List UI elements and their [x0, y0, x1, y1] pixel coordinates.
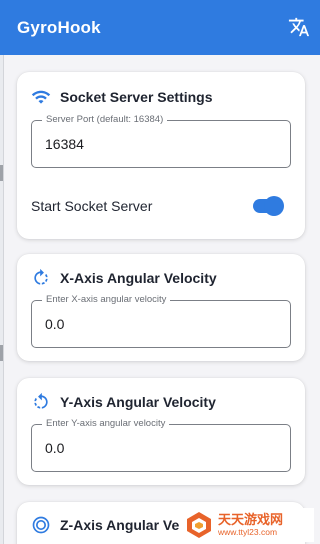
translate-icon[interactable]	[288, 16, 310, 38]
server-port-label: Server Port (default: 16384)	[42, 114, 168, 126]
start-socket-row: Start Socket Server	[31, 195, 291, 217]
rotate-ccw-icon	[34, 392, 48, 409]
target-icon	[32, 516, 50, 534]
watermark-text: 天天游戏网 www.ttyl23.com	[218, 512, 283, 538]
start-socket-switch[interactable]	[253, 196, 284, 216]
switch-knob	[264, 196, 284, 216]
y-axis-input[interactable]: Enter Y-axis angular velocity 0.0	[31, 418, 291, 472]
rotate-cw-icon	[34, 268, 48, 285]
app-title: GyroHook	[17, 17, 101, 37]
x-axis-title: X-Axis Angular Velocity	[60, 270, 217, 286]
app-bar: GyroHook	[0, 0, 320, 55]
x-axis-input-label: Enter X-axis angular velocity	[42, 294, 171, 306]
watermark: 天天游戏网 www.ttyl23.com	[184, 508, 314, 542]
y-axis-header: Y-Axis Angular Velocity	[31, 392, 216, 412]
start-socket-label: Start Socket Server	[31, 198, 153, 214]
y-axis-input-label: Enter Y-axis angular velocity	[42, 418, 170, 430]
edge-scroll-mark-2	[0, 345, 3, 361]
edge-scroll-mark	[0, 165, 3, 181]
socket-settings-header: Socket Server Settings	[31, 87, 213, 107]
x-axis-input[interactable]: Enter X-axis angular velocity 0.0	[31, 294, 291, 348]
x-axis-input-value[interactable]: 0.0	[45, 316, 64, 332]
watermark-sub: www.ttyl23.com	[218, 527, 278, 537]
watermark-logo-icon	[187, 512, 211, 538]
x-axis-header: X-Axis Angular Velocity	[31, 268, 217, 288]
wifi-icon	[31, 90, 51, 104]
socket-settings-title: Socket Server Settings	[60, 89, 213, 105]
y-axis-input-value[interactable]: 0.0	[45, 440, 64, 456]
server-port-field[interactable]: Server Port (default: 16384) 16384	[31, 114, 291, 168]
x-axis-card: X-Axis Angular Velocity Enter X-axis ang…	[17, 254, 305, 361]
z-axis-title: Z-Axis Angular Ve	[60, 517, 180, 533]
y-axis-title: Y-Axis Angular Velocity	[60, 394, 216, 410]
z-axis-header: Z-Axis Angular Ve	[31, 515, 179, 535]
y-axis-card: Y-Axis Angular Velocity Enter Y-axis ang…	[17, 378, 305, 485]
server-port-value[interactable]: 16384	[45, 136, 84, 152]
socket-settings-card: Socket Server Settings Server Port (defa…	[17, 72, 305, 239]
watermark-main: 天天游戏网	[218, 512, 284, 527]
